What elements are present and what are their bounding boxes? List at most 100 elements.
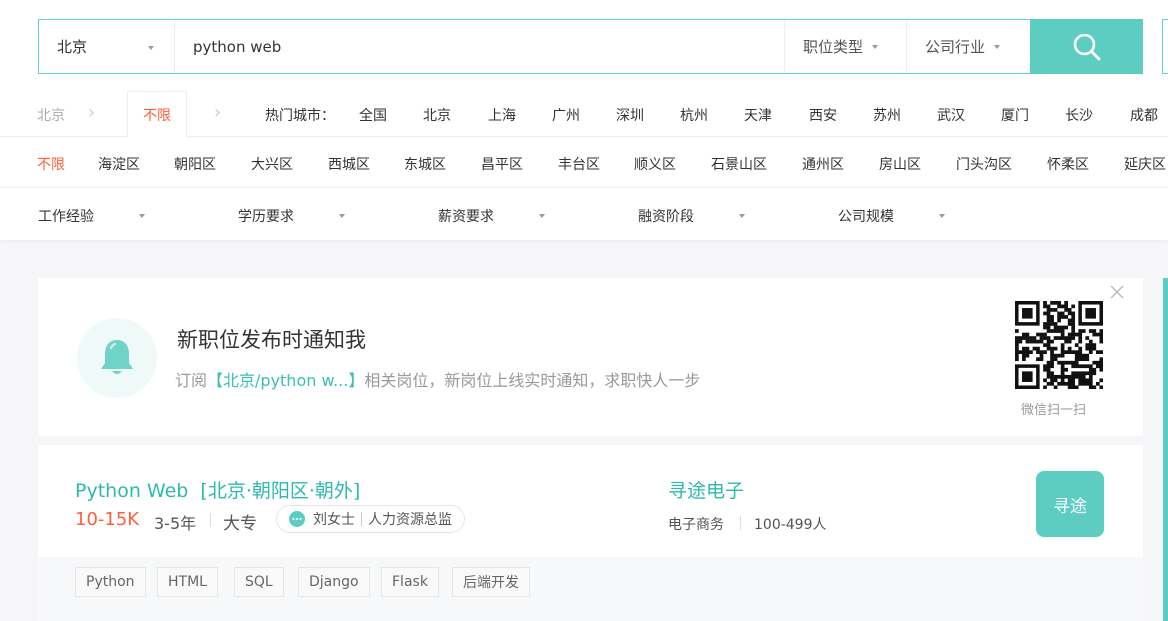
job-title: Python Web	[75, 480, 189, 502]
district-row: 不限 海淀区 朝阳区 大兴区 西城区 东城区 昌平区 丰台区 顺义区 石景山区 …	[0, 138, 1168, 188]
district-link[interactable]: 丰台区	[558, 154, 600, 174]
search-bar: 北京 职位类型 公司行业	[38, 19, 1143, 74]
district-link[interactable]: 顺义区	[634, 154, 676, 174]
filter-funding[interactable]: 融资阶段	[638, 206, 748, 226]
qr-caption: 微信扫一扫	[1021, 403, 1087, 418]
filter-label: 工作经验	[38, 209, 94, 225]
city-select[interactable]: 北京	[39, 20, 175, 73]
breadcrumb-current[interactable]: 不限	[127, 91, 187, 138]
filter-label: 学历要求	[238, 209, 294, 225]
job-salary: 10-15K	[75, 509, 140, 530]
divider	[210, 513, 211, 527]
district-link[interactable]: 石景山区	[711, 154, 767, 174]
district-link[interactable]: 东城区	[404, 154, 446, 174]
subscribe-description: 订阅【北京/python w...】相关岗位，新岗位上线实时通知，求职快人一步	[175, 367, 700, 391]
hot-city-link[interactable]: 武汉	[937, 105, 965, 125]
hot-city-link[interactable]: 杭州	[680, 105, 708, 125]
chevron-down-icon	[994, 44, 1001, 49]
side-accent-strip	[1163, 278, 1168, 621]
hot-city-link[interactable]: 西安	[809, 105, 837, 125]
chevron-down-icon	[339, 214, 345, 218]
subscribe-title: 新职位发布时通知我	[177, 328, 366, 352]
bell-badge	[77, 318, 157, 398]
subscribe-desc-prefix: 订阅	[175, 371, 208, 390]
filter-education[interactable]: 学历要求	[238, 206, 348, 226]
chat-icon	[289, 511, 305, 527]
hot-cities-label: 热门城市：	[265, 108, 335, 124]
skill-tag[interactable]: Django	[298, 567, 370, 597]
filter-company-size[interactable]: 公司规模	[838, 206, 948, 226]
district-link[interactable]: 延庆区	[1124, 154, 1166, 174]
skill-tag[interactable]: 后端开发	[452, 567, 530, 597]
district-link[interactable]: 通州区	[802, 154, 844, 174]
close-button[interactable]	[1109, 284, 1125, 300]
qr-code	[1015, 301, 1104, 390]
search-input[interactable]	[175, 20, 784, 73]
city-row: 北京 › 不限 › 热门城市： 全国 北京 上海 广州 深圳 杭州 天津 西安 …	[0, 91, 1168, 138]
search-button[interactable]	[1030, 19, 1143, 74]
hot-city-link[interactable]: 广州	[552, 105, 580, 125]
city-select-label: 北京	[57, 38, 88, 56]
hot-city-link[interactable]: 长沙	[1065, 105, 1093, 125]
bell-icon	[101, 340, 133, 374]
chevron-right-icon: ›	[214, 102, 222, 123]
breadcrumb-province[interactable]: 北京	[37, 105, 65, 125]
job-title-link[interactable]: Python Web [北京·朝阳区·朝外]	[75, 476, 360, 503]
district-link[interactable]: 西城区	[328, 154, 370, 174]
company-name-link[interactable]: 寻途电子	[668, 476, 744, 503]
skill-tag[interactable]: Flask	[381, 567, 439, 597]
chevron-down-icon	[148, 46, 154, 50]
divider	[740, 516, 741, 530]
hot-city-link[interactable]: 北京	[423, 105, 451, 125]
district-all[interactable]: 不限	[37, 154, 65, 174]
subscribe-desc-suffix: 相关岗位，新岗位上线实时通知，求职快人一步	[364, 371, 701, 390]
company-size: 100-499人	[754, 517, 827, 533]
divider	[361, 512, 362, 526]
chevron-down-icon	[872, 44, 879, 49]
district-link[interactable]: 房山区	[879, 154, 921, 174]
filter-label: 融资阶段	[638, 209, 694, 225]
hot-city-link[interactable]: 苏州	[873, 105, 901, 125]
tags-strip: Python HTML SQL Django Flask 后端开发	[38, 557, 1143, 621]
close-icon	[1110, 285, 1124, 299]
filter-label: 薪资要求	[438, 209, 494, 225]
job-type-label: 职位类型	[803, 38, 864, 56]
side-button-edge[interactable]	[1162, 19, 1168, 74]
skill-tag[interactable]: SQL	[234, 567, 284, 597]
chevron-down-icon	[539, 214, 545, 218]
job-location: [北京·朝阳区·朝外]	[200, 480, 361, 502]
job-education: 大专	[223, 514, 257, 534]
subscribe-keyword: 【北京/python w...】	[207, 371, 365, 390]
company-logo[interactable]: 寻途	[1036, 471, 1104, 537]
company-industry: 电子商务	[668, 517, 724, 533]
filter-label: 公司规模	[838, 209, 894, 225]
search-icon	[1073, 33, 1100, 60]
district-link[interactable]: 怀柔区	[1047, 154, 1089, 174]
hot-city-link[interactable]: 深圳	[616, 105, 644, 125]
industry-label: 公司行业	[925, 38, 986, 56]
district-link[interactable]: 门头沟区	[956, 154, 1012, 174]
filter-experience[interactable]: 工作经验	[38, 206, 148, 226]
hot-city-link[interactable]: 天津	[744, 105, 772, 125]
district-link[interactable]: 大兴区	[251, 154, 293, 174]
job-card: Python Web [北京·朝阳区·朝外] 10-15K 3-5年 大专 刘女…	[38, 445, 1143, 621]
recruiter-name: 刘女士	[313, 512, 355, 528]
recruiter-chat-button[interactable]: 刘女士 人力资源总监	[276, 505, 465, 533]
hot-city-link[interactable]: 全国	[359, 105, 387, 125]
filter-panel: 北京 职位类型 公司行业 北京 › 不限 › 热门城市： 全国 北京 上海 广州…	[0, 0, 1168, 240]
chevron-down-icon	[139, 214, 145, 218]
job-type-select[interactable]: 职位类型	[784, 20, 906, 73]
district-link[interactable]: 海淀区	[98, 154, 140, 174]
recruiter-role: 人力资源总监	[368, 512, 452, 528]
chevron-down-icon	[939, 214, 945, 218]
hot-city-link[interactable]: 成都	[1130, 105, 1158, 125]
district-link[interactable]: 朝阳区	[174, 154, 216, 174]
hot-city-link[interactable]: 上海	[488, 105, 516, 125]
filter-salary[interactable]: 薪资要求	[438, 206, 548, 226]
district-link[interactable]: 昌平区	[481, 154, 523, 174]
chevron-down-icon	[739, 214, 745, 218]
skill-tag[interactable]: HTML	[157, 567, 218, 597]
skill-tag[interactable]: Python	[75, 567, 146, 597]
hot-city-link[interactable]: 厦门	[1001, 105, 1029, 125]
industry-select[interactable]: 公司行业	[906, 20, 1030, 73]
